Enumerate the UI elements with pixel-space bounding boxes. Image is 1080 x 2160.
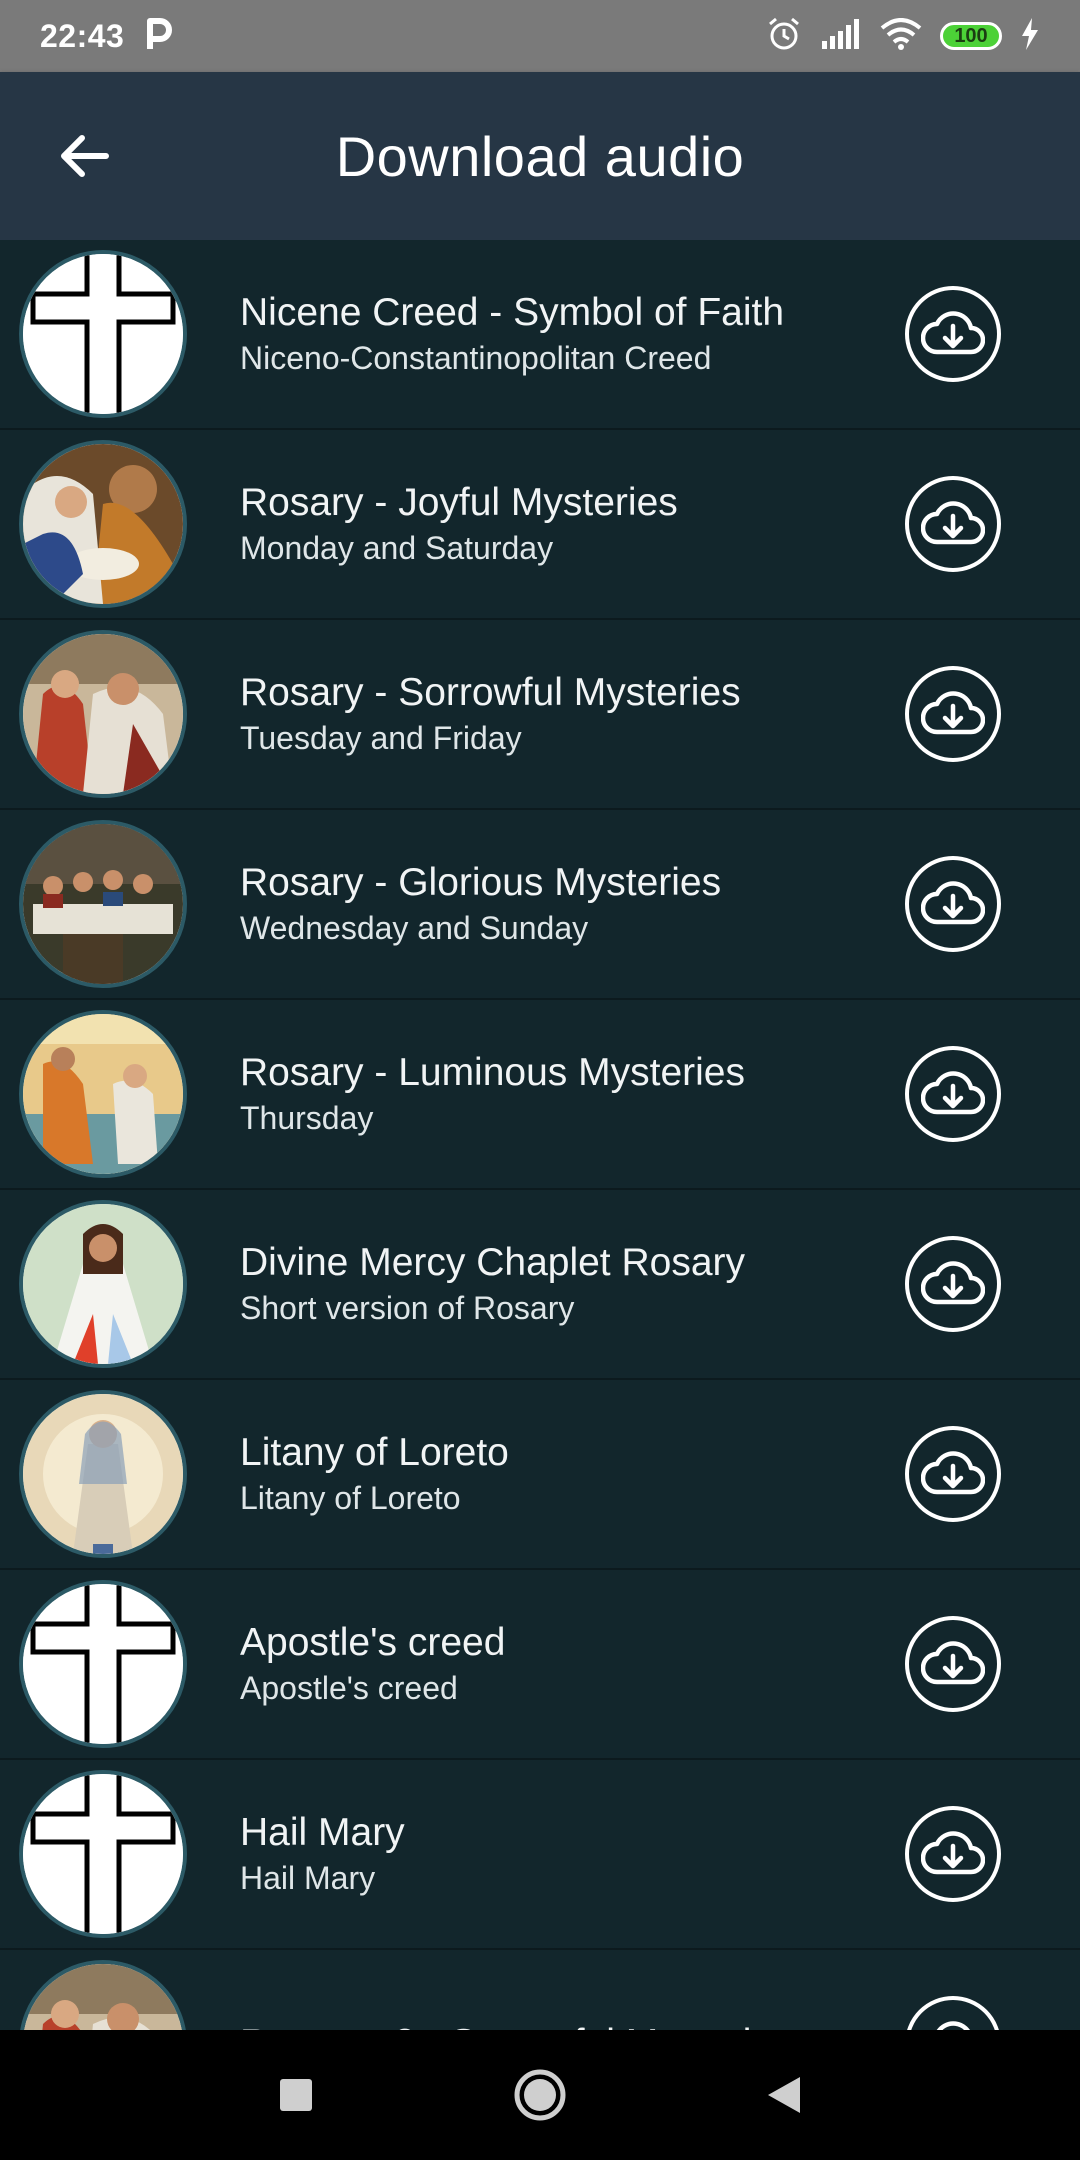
cross-icon bbox=[19, 250, 187, 418]
item-title: Rosary v2 - Sorrowful Mysteries bbox=[240, 2020, 793, 2030]
cloud-download-icon bbox=[921, 1451, 985, 1495]
list-item[interactable]: Rosary v2 - Sorrowful Mysteries bbox=[0, 1950, 1080, 2030]
nav-back-button[interactable] bbox=[752, 2063, 816, 2127]
alarm-icon bbox=[766, 16, 802, 57]
back-triangle-icon bbox=[768, 2077, 800, 2113]
parking-icon bbox=[146, 17, 174, 56]
page-title: Download audio bbox=[335, 124, 745, 188]
status-time: 22:43 bbox=[40, 17, 125, 54]
item-subtitle: Wednesday and Sunday bbox=[240, 910, 589, 946]
item-title: Apostle's creed bbox=[240, 1621, 506, 1664]
status-right: 100 bbox=[766, 16, 1040, 57]
download-button[interactable] bbox=[905, 1806, 1001, 1902]
home-circle-icon bbox=[514, 2069, 566, 2121]
item-subtitle: Short version of Rosary bbox=[240, 1290, 575, 1326]
item-subtitle: Tuesday and Friday bbox=[240, 720, 522, 756]
passion-painting-image bbox=[19, 630, 187, 798]
item-subtitle: Hail Mary bbox=[240, 1860, 376, 1896]
list-item[interactable]: Litany of Loreto Litany of Loreto bbox=[0, 1380, 1080, 1570]
virgin-mary-painting-image bbox=[19, 1390, 187, 1558]
list-item[interactable]: Rosary - Sorrowful Mysteries Tuesday and… bbox=[0, 620, 1080, 810]
download-button[interactable] bbox=[905, 286, 1001, 382]
item-title: Rosary - Glorious Mysteries bbox=[240, 861, 722, 904]
item-title: Litany of Loreto bbox=[240, 1431, 509, 1474]
item-subtitle: Thursday bbox=[240, 1100, 374, 1136]
item-title: Rosary - Luminous Mysteries bbox=[240, 1051, 745, 1094]
item-subtitle: Niceno-Constantinopolitan Creed bbox=[240, 340, 712, 376]
system-nav-bar bbox=[0, 2030, 1080, 2160]
download-button[interactable] bbox=[905, 1616, 1001, 1712]
baptism-painting-image bbox=[19, 1010, 187, 1178]
signal-icon bbox=[820, 18, 862, 54]
cloud-download-icon bbox=[921, 1641, 985, 1685]
list-item[interactable]: Rosary - Glorious Mysteries Wednesday an… bbox=[0, 810, 1080, 1000]
download-button[interactable] bbox=[905, 856, 1001, 952]
app-bar: Download audio bbox=[0, 72, 1080, 240]
cross-icon bbox=[19, 1770, 187, 1938]
cloud-download-icon bbox=[921, 1071, 985, 1115]
status-bar: 22:43 100 bbox=[0, 0, 1080, 72]
cloud-download-icon bbox=[921, 1831, 985, 1875]
list-item[interactable]: Rosary - Joyful Mysteries Monday and Sat… bbox=[0, 430, 1080, 620]
download-button[interactable] bbox=[905, 1426, 1001, 1522]
cloud-download-icon bbox=[936, 2021, 970, 2030]
item-subtitle: Monday and Saturday bbox=[240, 530, 554, 566]
wifi-icon bbox=[880, 17, 922, 55]
list-item[interactable]: Apostle's creed Apostle's creed bbox=[0, 1570, 1080, 1760]
list-item[interactable]: Hail Mary Hail Mary bbox=[0, 1760, 1080, 1950]
cloud-download-icon bbox=[921, 691, 985, 735]
list-item[interactable]: Nicene Creed - Symbol of Faith Niceno-Co… bbox=[0, 240, 1080, 430]
cloud-download-icon bbox=[921, 1261, 985, 1305]
status-left: 22:43 bbox=[40, 17, 174, 56]
audio-list: Nicene Creed - Symbol of Faith Niceno-Co… bbox=[0, 240, 1080, 2030]
download-button[interactable] bbox=[905, 666, 1001, 762]
cloud-download-icon bbox=[921, 881, 985, 925]
list-item[interactable]: Rosary - Luminous Mysteries Thursday bbox=[0, 1000, 1080, 1190]
cloud-download-icon bbox=[921, 311, 985, 355]
item-title: Divine Mercy Chaplet Rosary bbox=[240, 1241, 746, 1284]
recents-button[interactable] bbox=[264, 2063, 328, 2127]
nativity-painting-image bbox=[19, 440, 187, 608]
home-button[interactable] bbox=[508, 2063, 572, 2127]
item-subtitle: Litany of Loreto bbox=[240, 1480, 461, 1516]
item-title: Rosary - Joyful Mysteries bbox=[240, 481, 678, 524]
list-item[interactable]: Divine Mercy Chaplet Rosary Short versio… bbox=[0, 1190, 1080, 1380]
download-button[interactable] bbox=[905, 1996, 1001, 2030]
recents-square-icon bbox=[280, 2079, 312, 2111]
download-button[interactable] bbox=[905, 1046, 1001, 1142]
charging-icon bbox=[1020, 17, 1040, 55]
cloud-download-icon bbox=[921, 501, 985, 545]
cross-icon bbox=[19, 1580, 187, 1748]
item-subtitle: Apostle's creed bbox=[240, 1670, 458, 1706]
download-button[interactable] bbox=[905, 1236, 1001, 1332]
download-button[interactable] bbox=[905, 476, 1001, 572]
item-title: Nicene Creed - Symbol of Faith bbox=[240, 291, 785, 334]
passion-painting-image bbox=[19, 1960, 187, 2030]
divine-mercy-painting-image bbox=[19, 1200, 187, 1368]
last-supper-painting-image bbox=[19, 820, 187, 988]
item-title: Rosary - Sorrowful Mysteries bbox=[240, 671, 741, 714]
item-title: Hail Mary bbox=[240, 1811, 405, 1854]
battery-icon: 100 bbox=[940, 22, 1002, 50]
